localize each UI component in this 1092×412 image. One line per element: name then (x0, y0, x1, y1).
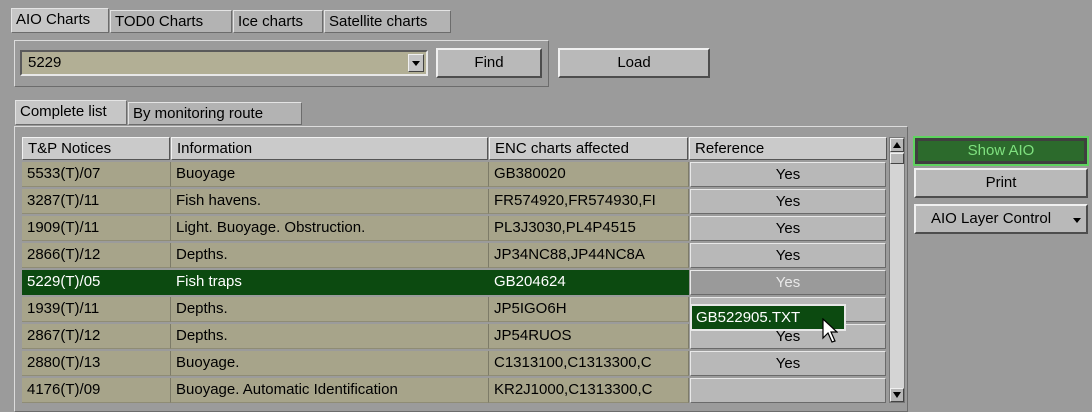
table-row[interactable]: 2866(T)/12 Depths. JP34NC88,JP44NC8A (22, 243, 689, 268)
table-row[interactable]: 4176(T)/09 Buoyage. Automatic Identificat… (22, 378, 689, 403)
cell-notice: 5229(T)/05 (22, 270, 171, 295)
cell-information: Depths. (171, 324, 489, 349)
reference-file-name: GB522905.TXT (696, 309, 801, 326)
column-header-enc-charts[interactable]: ENC charts affected (489, 137, 688, 160)
dropdown-arrow-icon (1073, 218, 1081, 223)
table-row[interactable]: 2880(T)/13 Buoyage. C1313100,C1313300,C (22, 351, 689, 376)
cell-enc-charts: JP5IGO6H (489, 297, 689, 322)
cell-notice: 1939(T)/11 (22, 297, 171, 322)
cell-information: Buoyage (171, 162, 489, 187)
column-header-information[interactable]: Information (171, 137, 488, 160)
dropdown-arrow-icon[interactable] (408, 54, 424, 72)
cell-notice: 2880(T)/13 (22, 351, 171, 376)
cell-notice: 2867(T)/12 (22, 324, 171, 349)
table-row[interactable]: 1939(T)/11 Depths. JP5IGO6H (22, 297, 689, 322)
cell-information: Fish havens. (171, 189, 489, 214)
reference-button[interactable]: Yes (690, 351, 886, 376)
tab-by-monitoring-route[interactable]: By monitoring route (128, 102, 302, 125)
column-header-notices[interactable]: T&P Notices (22, 137, 170, 160)
cell-information: Buoyage. Automatic Identification (171, 378, 489, 403)
tab-complete-list[interactable]: Complete list (15, 100, 127, 125)
tab-tod0-charts[interactable]: TOD0 Charts (110, 10, 232, 33)
tab-satellite-charts[interactable]: Satellite charts (324, 10, 451, 33)
scroll-thumb[interactable] (890, 153, 904, 164)
reference-button[interactable]: Yes (690, 162, 886, 187)
cell-information: Depths. (171, 243, 489, 268)
cell-notice: 5533(T)/07 (22, 162, 171, 187)
table-row[interactable]: 3287(T)/11 Fish havens. FR574920,FR574930,… (22, 189, 689, 214)
cell-enc-charts: GB380020 (489, 162, 689, 187)
show-aio-label: Show AIO (918, 141, 1084, 161)
table-row[interactable]: 1909(T)/11 Light. Buoyage. Obstruction. PL… (22, 216, 689, 241)
load-button[interactable]: Load (558, 48, 710, 78)
cell-enc-charts: JP54RUOS (489, 324, 689, 349)
show-aio-button[interactable]: Show AIO (913, 136, 1089, 166)
tab-ice-charts[interactable]: Ice charts (233, 10, 323, 33)
cell-enc-charts: C1313100,C1313300,C (489, 351, 689, 376)
reference-button[interactable]: Yes (690, 216, 886, 241)
cell-enc-charts: PL3J3030,PL4P4515 (489, 216, 689, 241)
reference-button[interactable]: Yes (690, 243, 886, 268)
scroll-up-icon[interactable] (890, 138, 904, 152)
mouse-pointer-icon (822, 318, 838, 343)
cell-notice: 4176(T)/09 (22, 378, 171, 403)
combobox-value: 5229 (28, 54, 62, 71)
cell-enc-charts: KR2J1000,C1313300,C (489, 378, 689, 403)
aio-layer-control-label: AIO Layer Control (931, 210, 1052, 227)
notice-combobox[interactable]: 5229 (20, 50, 428, 76)
table-row[interactable]: 5229(T)/05 Fish traps GB204624 (22, 270, 689, 295)
cell-information: Depths. (171, 297, 489, 322)
reference-button[interactable]: Yes (690, 270, 886, 295)
cell-notice: 2866(T)/12 (22, 243, 171, 268)
cell-information: Light. Buoyage. Obstruction. (171, 216, 489, 241)
cell-enc-charts: JP34NC88,JP44NC8A (489, 243, 689, 268)
column-header-reference[interactable]: Reference (689, 137, 887, 160)
tab-aio-charts[interactable]: AIO Charts (11, 8, 109, 33)
cell-notice: 3287(T)/11 (22, 189, 171, 214)
vertical-scrollbar[interactable] (889, 137, 905, 403)
scroll-down-icon[interactable] (890, 388, 904, 402)
cell-notice: 1909(T)/11 (22, 216, 171, 241)
cell-enc-charts: FR574920,FR574930,FI (489, 189, 689, 214)
cell-information: Fish traps (171, 270, 489, 295)
reference-button[interactable]: Yes (690, 189, 886, 214)
table-row[interactable]: 2867(T)/12 Depths. JP54RUOS (22, 324, 689, 349)
find-button[interactable]: Find (436, 48, 542, 78)
cell-enc-charts: GB204624 (489, 270, 689, 295)
reference-button[interactable] (690, 378, 886, 403)
print-button[interactable]: Print (914, 168, 1088, 198)
aio-layer-control-dropdown[interactable]: AIO Layer Control (914, 204, 1088, 234)
cell-information: Buoyage. (171, 351, 489, 376)
table-row[interactable]: 5533(T)/07 Buoyage GB380020 (22, 162, 689, 187)
